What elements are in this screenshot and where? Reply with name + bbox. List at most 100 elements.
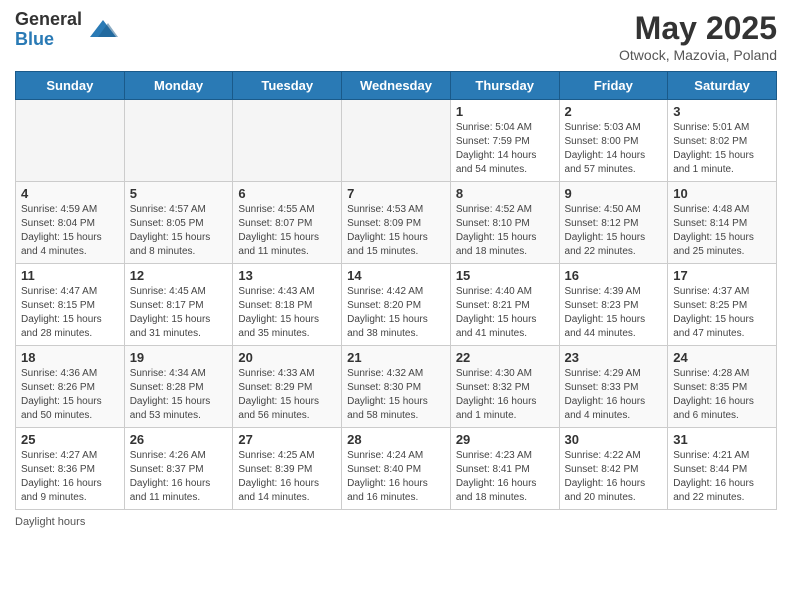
day-info: Sunrise: 4:40 AM Sunset: 8:21 PM Dayligh… (456, 285, 554, 341)
day-number: 5 (130, 186, 228, 201)
day-info: Sunrise: 4:42 AM Sunset: 8:20 PM Dayligh… (347, 285, 445, 341)
calendar-cell: 26 Sunrise: 4:26 AM Sunset: 8:37 PM Dayli… (124, 428, 233, 510)
day-info: Sunrise: 4:50 AM Sunset: 8:12 PM Dayligh… (565, 203, 663, 259)
day-number: 2 (565, 104, 663, 119)
day-number: 16 (565, 268, 663, 283)
day-number: 19 (130, 350, 228, 365)
day-number: 31 (673, 432, 771, 447)
calendar-cell: 4 Sunrise: 4:59 AM Sunset: 8:04 PM Daylig… (16, 182, 125, 264)
calendar-cell (233, 100, 342, 182)
day-info: Sunrise: 4:43 AM Sunset: 8:18 PM Dayligh… (238, 285, 336, 341)
day-number: 21 (347, 350, 445, 365)
day-info: Sunrise: 4:22 AM Sunset: 8:42 PM Dayligh… (565, 449, 663, 505)
calendar-cell: 22 Sunrise: 4:30 AM Sunset: 8:32 PM Dayli… (450, 346, 559, 428)
day-info: Sunrise: 5:04 AM Sunset: 7:59 PM Dayligh… (456, 121, 554, 177)
day-number: 30 (565, 432, 663, 447)
logo-icon (88, 15, 118, 45)
day-number: 8 (456, 186, 554, 201)
calendar-cell: 21Sunrise: 4:32 AM Sunset: 8:30 PM Dayli… (342, 346, 451, 428)
day-number: 15 (456, 268, 554, 283)
calendar-cell: 16 Sunrise: 4:39 AM Sunset: 8:23 PM Dayli… (559, 264, 668, 346)
day-info: Sunrise: 4:57 AM Sunset: 8:05 PM Dayligh… (130, 203, 228, 259)
day-number: 11 (21, 268, 119, 283)
day-info: Sunrise: 4:37 AM Sunset: 8:25 PM Dayligh… (673, 285, 771, 341)
calendar-cell: 28Sunrise: 4:24 AM Sunset: 8:40 PM Dayli… (342, 428, 451, 510)
calendar-cell: 27Sunrise: 4:25 AM Sunset: 8:39 PM Dayli… (233, 428, 342, 510)
calendar-cell: 29 Sunrise: 4:23 AM Sunset: 8:41 PM Dayli… (450, 428, 559, 510)
day-number: 14 (347, 268, 445, 283)
calendar-cell: 11Sunrise: 4:47 AM Sunset: 8:15 PM Dayli… (16, 264, 125, 346)
calendar-cell: 5 Sunrise: 4:57 AM Sunset: 8:05 PM Daylig… (124, 182, 233, 264)
day-info: Sunrise: 4:26 AM Sunset: 8:37 PM Dayligh… (130, 449, 228, 505)
calendar-week-1: 1Sunrise: 5:04 AM Sunset: 7:59 PM Daylig… (16, 100, 777, 182)
page: General Blue May 2025 Otwock, Mazovia, P… (0, 0, 792, 612)
day-number: 13 (238, 268, 336, 283)
calendar-cell: 6 Sunrise: 4:55 AM Sunset: 8:07 PM Daylig… (233, 182, 342, 264)
day-info: Sunrise: 5:03 AM Sunset: 8:00 PM Dayligh… (565, 121, 663, 177)
calendar-cell: 2 Sunrise: 5:03 AM Sunset: 8:00 PM Daylig… (559, 100, 668, 182)
day-info: Sunrise: 4:24 AM Sunset: 8:40 PM Dayligh… (347, 449, 445, 505)
day-number: 3 (673, 104, 771, 119)
calendar-cell: 17 Sunrise: 4:37 AM Sunset: 8:25 PM Dayli… (668, 264, 777, 346)
calendar-cell: 3 Sunrise: 5:01 AM Sunset: 8:02 PM Daylig… (668, 100, 777, 182)
day-number: 25 (21, 432, 119, 447)
day-number: 18 (21, 350, 119, 365)
calendar-header-wednesday: Wednesday (342, 72, 451, 100)
day-info: Sunrise: 4:36 AM Sunset: 8:26 PM Dayligh… (21, 367, 119, 423)
day-number: 26 (130, 432, 228, 447)
day-number: 12 (130, 268, 228, 283)
calendar-week-3: 11Sunrise: 4:47 AM Sunset: 8:15 PM Dayli… (16, 264, 777, 346)
subtitle: Otwock, Mazovia, Poland (619, 47, 777, 63)
calendar-cell: 15 Sunrise: 4:40 AM Sunset: 8:21 PM Dayli… (450, 264, 559, 346)
day-number: 9 (565, 186, 663, 201)
calendar-cell: 23 Sunrise: 4:29 AM Sunset: 8:33 PM Dayli… (559, 346, 668, 428)
calendar-cell (16, 100, 125, 182)
day-number: 24 (673, 350, 771, 365)
logo-general: General (15, 10, 82, 30)
day-info: Sunrise: 4:59 AM Sunset: 8:04 PM Dayligh… (21, 203, 119, 259)
title-block: May 2025 Otwock, Mazovia, Poland (619, 10, 777, 63)
calendar-cell: 7Sunrise: 4:53 AM Sunset: 8:09 PM Daylig… (342, 182, 451, 264)
day-info: Sunrise: 4:28 AM Sunset: 8:35 PM Dayligh… (673, 367, 771, 423)
day-number: 29 (456, 432, 554, 447)
calendar-header-tuesday: Tuesday (233, 72, 342, 100)
calendar-cell: 10Sunrise: 4:48 AM Sunset: 8:14 PM Dayli… (668, 182, 777, 264)
calendar-header-thursday: Thursday (450, 72, 559, 100)
day-info: Sunrise: 4:55 AM Sunset: 8:07 PM Dayligh… (238, 203, 336, 259)
calendar-header-friday: Friday (559, 72, 668, 100)
calendar-cell: 20Sunrise: 4:33 AM Sunset: 8:29 PM Dayli… (233, 346, 342, 428)
calendar-week-4: 18 Sunrise: 4:36 AM Sunset: 8:26 PM Dayli… (16, 346, 777, 428)
day-number: 17 (673, 268, 771, 283)
calendar-header-monday: Monday (124, 72, 233, 100)
calendar-cell: 18 Sunrise: 4:36 AM Sunset: 8:26 PM Dayli… (16, 346, 125, 428)
calendar-cell: 24 Sunrise: 4:28 AM Sunset: 8:35 PM Dayli… (668, 346, 777, 428)
calendar-cell: 9 Sunrise: 4:50 AM Sunset: 8:12 PM Daylig… (559, 182, 668, 264)
calendar-cell (124, 100, 233, 182)
day-number: 22 (456, 350, 554, 365)
day-info: Sunrise: 5:01 AM Sunset: 8:02 PM Dayligh… (673, 121, 771, 177)
day-number: 23 (565, 350, 663, 365)
calendar-header-saturday: Saturday (668, 72, 777, 100)
day-info: Sunrise: 4:30 AM Sunset: 8:32 PM Dayligh… (456, 367, 554, 423)
day-number: 10 (673, 186, 771, 201)
day-info: Sunrise: 4:27 AM Sunset: 8:36 PM Dayligh… (21, 449, 119, 505)
day-number: 4 (21, 186, 119, 201)
day-info: Sunrise: 4:45 AM Sunset: 8:17 PM Dayligh… (130, 285, 228, 341)
day-number: 6 (238, 186, 336, 201)
header: General Blue May 2025 Otwock, Mazovia, P… (15, 10, 777, 63)
day-info: Sunrise: 4:39 AM Sunset: 8:23 PM Dayligh… (565, 285, 663, 341)
calendar-cell: 1Sunrise: 5:04 AM Sunset: 7:59 PM Daylig… (450, 100, 559, 182)
logo-text: General Blue (15, 10, 82, 50)
footer: Daylight hours (15, 516, 777, 528)
day-info: Sunrise: 4:29 AM Sunset: 8:33 PM Dayligh… (565, 367, 663, 423)
day-info: Sunrise: 4:52 AM Sunset: 8:10 PM Dayligh… (456, 203, 554, 259)
calendar-week-2: 4 Sunrise: 4:59 AM Sunset: 8:04 PM Daylig… (16, 182, 777, 264)
calendar-cell: 31Sunrise: 4:21 AM Sunset: 8:44 PM Dayli… (668, 428, 777, 510)
day-info: Sunrise: 4:23 AM Sunset: 8:41 PM Dayligh… (456, 449, 554, 505)
day-info: Sunrise: 4:53 AM Sunset: 8:09 PM Dayligh… (347, 203, 445, 259)
main-title: May 2025 (619, 10, 777, 47)
calendar-cell: 12 Sunrise: 4:45 AM Sunset: 8:17 PM Dayli… (124, 264, 233, 346)
footer-label: Daylight hours (15, 516, 85, 528)
day-info: Sunrise: 4:34 AM Sunset: 8:28 PM Dayligh… (130, 367, 228, 423)
calendar-cell: 25 Sunrise: 4:27 AM Sunset: 8:36 PM Dayli… (16, 428, 125, 510)
